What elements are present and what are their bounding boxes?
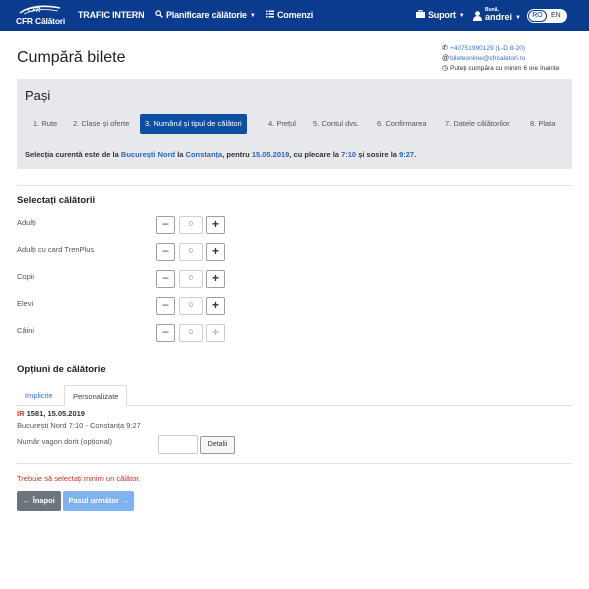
validation-error: Trebuie să selectați minim un călător. <box>17 474 141 483</box>
divider <box>17 463 572 464</box>
options-tabs: Implicite Personalizate <box>17 385 572 406</box>
decrement-button[interactable]: − <box>156 324 175 342</box>
traveler-label-adulti: Adulți <box>17 218 36 227</box>
details-button[interactable]: Detalii <box>200 436 235 454</box>
increment-button[interactable]: + <box>206 324 225 342</box>
selection-arrival: 9:27 <box>399 150 415 159</box>
back-button[interactable]: ← Înapoi <box>17 491 61 511</box>
train-route: București Nord 7:10 - Constanța 9:27 <box>17 421 141 430</box>
divider <box>17 185 572 186</box>
phone-icon: ✆ <box>442 45 448 52</box>
contact-info: ✆ +40751990129 (L-D 8-20) @bileteonline@c… <box>442 44 582 74</box>
wagon-number-input[interactable] <box>158 435 198 454</box>
step-contul[interactable]: 5. Contul dvs. <box>308 114 364 134</box>
steps-panel: Pași 1. Rute 2. Clase și oferte 3. Număr… <box>17 79 572 169</box>
chevron-down-icon: ▼ <box>515 15 521 21</box>
user-icon <box>473 11 482 21</box>
traveler-label-caini: Câini <box>17 326 35 335</box>
step-rute[interactable]: 1. Rute <box>28 114 62 134</box>
stepper-adulti: − 0 + <box>156 216 225 234</box>
tab-personalizate[interactable]: Personalizate <box>64 385 128 406</box>
steps-title: Pași <box>25 88 51 103</box>
user-menu[interactable]: Bună, andrei ▼ <box>473 7 521 25</box>
at-icon: @ <box>442 55 450 62</box>
increment-button[interactable]: + <box>206 297 225 315</box>
list-icon <box>266 10 274 20</box>
nav-trafic-intern[interactable]: TRAFIC INTERN <box>78 10 145 20</box>
selection-date: 15.05.2019 <box>251 150 290 159</box>
stepper-copii: − 0 + <box>156 270 225 288</box>
train-type: IR <box>17 409 25 418</box>
nav-comenzi[interactable]: Comenzi <box>266 10 313 20</box>
step-pretul[interactable]: 4. Prețul <box>263 114 301 134</box>
step-numar-tip-calatori[interactable]: 3. Numărul și tipul de călători <box>140 114 247 134</box>
current-selection: Selecția curentă este de la București No… <box>25 150 417 159</box>
decrement-button[interactable]: − <box>156 270 175 288</box>
quantity-field[interactable]: 0 <box>179 243 203 261</box>
train-info: IR 1581, 15.05.2019 <box>17 409 85 418</box>
stepper-elevi: − 0 + <box>156 297 225 315</box>
selection-departure: 7:10 <box>341 150 357 159</box>
top-navbar: CFR CFR Călători TRAFIC INTERN Planifica… <box>0 0 589 31</box>
increment-button[interactable]: + <box>206 216 225 234</box>
step-clase-oferte[interactable]: 2. Clase și oferte <box>68 114 134 134</box>
chevron-down-icon: ▼ <box>249 13 256 19</box>
chevron-down-icon: ▼ <box>458 13 465 19</box>
increment-button[interactable]: + <box>206 243 225 261</box>
language-toggle[interactable]: RO EN <box>527 9 567 23</box>
step-plata[interactable]: 8. Plata <box>525 114 560 134</box>
contact-email[interactable]: bileteonline@cfrcalatori.ro <box>450 55 525 62</box>
traveler-label-adulti-trenplus: Adulți cu card TrenPlus <box>17 245 95 254</box>
traveler-label-elevi: Elevi <box>17 299 34 308</box>
wagon-label: Număr vagon dorit (opțional) <box>17 437 113 446</box>
contact-phone[interactable]: +40751990129 (L-D 8-20) <box>450 45 525 52</box>
step-confirmarea[interactable]: 6. Confirmarea <box>372 114 432 134</box>
decrement-button[interactable]: − <box>156 243 175 261</box>
stepper-caini: − 0 + <box>156 324 225 342</box>
tab-implicite[interactable]: Implicite <box>17 385 61 406</box>
page-title: Cumpără bilete <box>17 49 126 66</box>
options-title: Opțiuni de călătorie <box>17 364 106 375</box>
briefcase-icon <box>416 9 425 20</box>
quantity-field[interactable]: 0 <box>179 324 203 342</box>
lang-ro[interactable]: RO <box>528 10 547 22</box>
selection-to: Constanța <box>185 150 223 159</box>
nav-suport[interactable]: Suport ▼ <box>416 9 465 20</box>
user-name: andrei <box>485 12 513 22</box>
stepper-adulti-trenplus: − 0 + <box>156 243 225 261</box>
search-icon <box>155 10 163 20</box>
cfr-logo[interactable]: CFR CFR Călători <box>16 4 66 28</box>
quantity-field[interactable]: 0 <box>179 216 203 234</box>
increment-button[interactable]: + <box>206 270 225 288</box>
svg-text:CFR: CFR <box>28 8 41 14</box>
logo-swoosh-icon: CFR <box>19 5 61 15</box>
selection-from: București Nord <box>120 150 176 159</box>
quantity-field[interactable]: 0 <box>179 297 203 315</box>
logo-text: CFR Călători <box>16 16 66 26</box>
travelers-title: Selectați călătorii <box>17 195 96 206</box>
decrement-button[interactable]: − <box>156 297 175 315</box>
lang-en[interactable]: EN <box>551 10 561 22</box>
quantity-field[interactable]: 0 <box>179 270 203 288</box>
step-datele-calatorilor[interactable]: 7. Datele călătorilor <box>440 114 515 134</box>
decrement-button[interactable]: − <box>156 216 175 234</box>
next-step-button[interactable]: Pasul următor → <box>63 491 134 511</box>
traveler-label-copii: Copii <box>17 272 35 281</box>
contact-note: Puteți cumpăra cu minim 6 ore înainte <box>450 65 560 72</box>
clock-icon: ◷ <box>442 65 449 72</box>
nav-planificare-calatorie[interactable]: Planificare călătorie ▼ <box>155 10 256 20</box>
